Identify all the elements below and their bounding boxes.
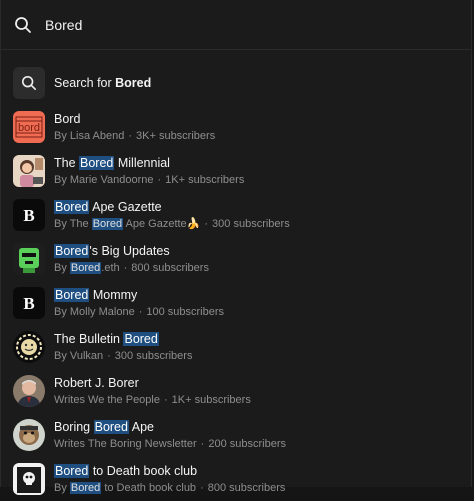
results-list: Search for Bored bord Bord By Lisa Abend · 3… — [1, 50, 471, 501]
result-subtitle: By Marie Vandoorne · 1K+ subscribers — [54, 174, 245, 186]
separator-dot: · — [200, 482, 204, 494]
subscriber-count: 200 subscribers — [208, 438, 286, 450]
match-highlight: Bored — [123, 332, 159, 346]
match-highlight: Bored — [54, 200, 90, 214]
result-title: Bord — [54, 112, 81, 126]
search-result-row[interactable]: Boring Bored Ape Writes The Boring Newsle… — [1, 413, 471, 457]
separator-dot: · — [204, 218, 209, 230]
result-title: Bored Ape Gazette — [54, 200, 162, 214]
search-result-row[interactable]: B Bored Mommy By Molly Malone · 100 subscrib… — [1, 281, 471, 325]
separator-dot: · — [138, 306, 143, 318]
separator-dot: · — [123, 262, 128, 274]
search-bar[interactable] — [1, 0, 471, 50]
result-title: Robert J. Borer — [54, 376, 139, 390]
search-result-row[interactable]: The Bored Millennial By Marie Vandoorne · 1… — [1, 149, 471, 193]
search-for-label: Search for Bored — [54, 76, 152, 90]
match-highlight: Bored — [54, 288, 90, 302]
subscriber-count: 800 subscribers — [131, 262, 209, 274]
search-result-row[interactable]: Bored to Death book club By Bored to Deat… — [1, 457, 471, 501]
sun-face-avatar-icon — [13, 331, 45, 363]
subscriber-count: 300 subscribers — [212, 218, 290, 230]
separator-dot: · — [163, 394, 168, 406]
match-highlight: Bored — [91, 218, 124, 230]
result-subtitle: By Lisa Abend · 3K+ subscribers — [54, 130, 216, 142]
bold-b-logo-icon: B — [13, 287, 45, 319]
illustrated-woman-avatar-icon — [13, 155, 45, 187]
match-highlight: Bored — [69, 482, 102, 494]
result-subtitle: Writes The Boring Newsletter · 200 subscri… — [54, 438, 286, 450]
bold-b-logo-icon: B — [13, 199, 45, 231]
result-title: The Bored Millennial — [54, 156, 170, 170]
match-highlight: Bored — [69, 262, 102, 274]
result-subtitle: By The Bored Ape Gazette🍌 · 300 subscriber… — [54, 218, 290, 230]
result-subtitle: By Molly Malone · 100 subscribers — [54, 306, 225, 318]
result-title: Bored to Death book club — [54, 464, 198, 478]
match-highlight: Bored — [93, 420, 129, 434]
separator-dot: · — [157, 174, 162, 186]
bord-logo-icon: bord — [13, 111, 45, 143]
match-highlight: Bored — [54, 244, 90, 258]
separator-dot: · — [128, 130, 133, 142]
subscriber-count: 800 subscribers — [207, 482, 286, 494]
result-subtitle: By Bored to Death book club · 800 subscrib… — [54, 482, 286, 494]
svg-text:B: B — [23, 294, 34, 313]
man-portrait-avatar-icon — [13, 375, 45, 407]
search-result-row[interactable]: bord Bord By Lisa Abend · 3K+ subscribers — [1, 105, 471, 149]
subscriber-count: 1K+ subscribers — [165, 174, 245, 186]
result-subtitle: Writes We the People · 1K+ subscribers — [54, 394, 251, 406]
search-for-row[interactable]: Search for Bored — [1, 61, 471, 105]
match-highlight: Bored — [79, 156, 115, 170]
result-subtitle: By Vulkan · 300 subscribers — [54, 350, 193, 362]
search-result-row[interactable]: The Bulletin Bored By Vulkan · 300 subscrib… — [1, 325, 471, 369]
subscriber-count: 100 subscribers — [146, 306, 225, 318]
search-panel: Search for Bored bord Bord By Lisa Abend·3… — [0, 0, 472, 495]
search-input[interactable] — [45, 16, 425, 33]
subscriber-count: 3K+ subscribers — [136, 130, 216, 142]
subscriber-count: 300 subscribers — [114, 350, 193, 362]
match-highlight: Bored — [54, 464, 90, 478]
search-icon — [13, 67, 45, 99]
separator-dot: · — [107, 350, 111, 362]
subscriber-count: 1K+ subscribers — [171, 394, 251, 406]
result-subtitle: By Bored.eth · 800 subscribers — [54, 262, 209, 274]
separator-dot: · — [200, 438, 205, 450]
result-title: Bored's Big Updates — [54, 244, 170, 258]
green-robot-avatar-icon — [13, 243, 45, 275]
result-title: Boring Bored Ape — [54, 420, 154, 434]
search-result-row[interactable]: B Bored Ape Gazette By The Bored Ape Gazet… — [1, 193, 471, 237]
bord-logo-text: bord — [18, 122, 40, 134]
search-term: Bored — [115, 76, 152, 90]
skull-book-avatar-icon — [13, 463, 45, 495]
result-title: Bored Mommy — [54, 288, 138, 302]
search-result-row[interactable]: Robert J. Borer Writes We the People · 1K+ … — [1, 369, 471, 413]
search-result-row[interactable]: Bored's Big Updates By Bored.eth · 800 subs… — [1, 237, 471, 281]
svg-text:B: B — [23, 206, 34, 225]
ape-avatar-icon — [13, 419, 45, 451]
search-icon — [14, 16, 32, 34]
result-title: The Bulletin Bored — [54, 332, 159, 346]
